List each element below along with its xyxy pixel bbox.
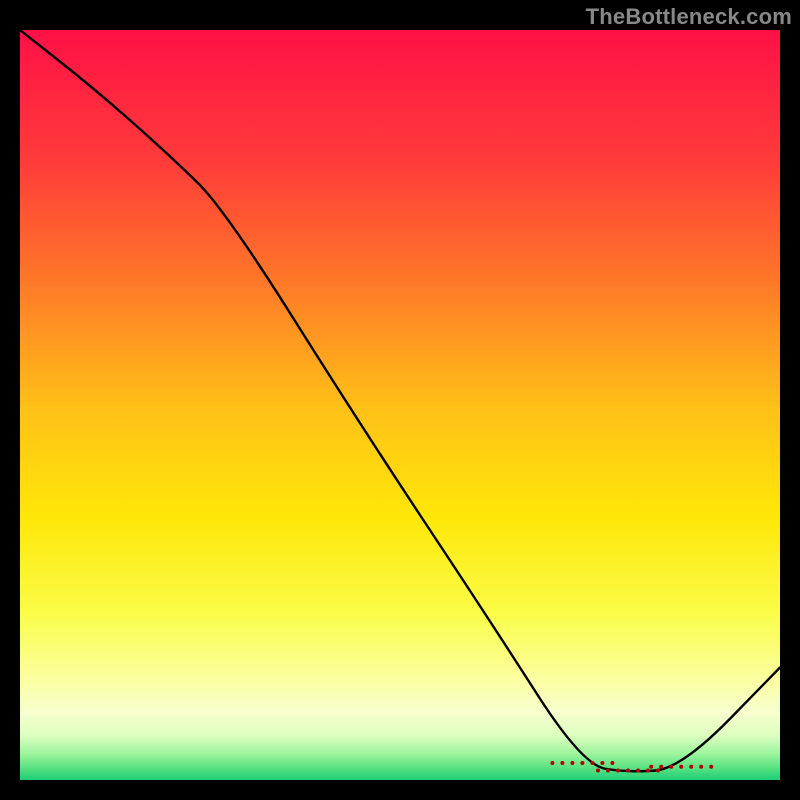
plot-background-gradient bbox=[20, 30, 780, 780]
plot-area bbox=[20, 30, 780, 780]
watermark-text: TheBottleneck.com bbox=[586, 4, 792, 30]
chart-container: TheBottleneck.com bbox=[0, 0, 800, 800]
